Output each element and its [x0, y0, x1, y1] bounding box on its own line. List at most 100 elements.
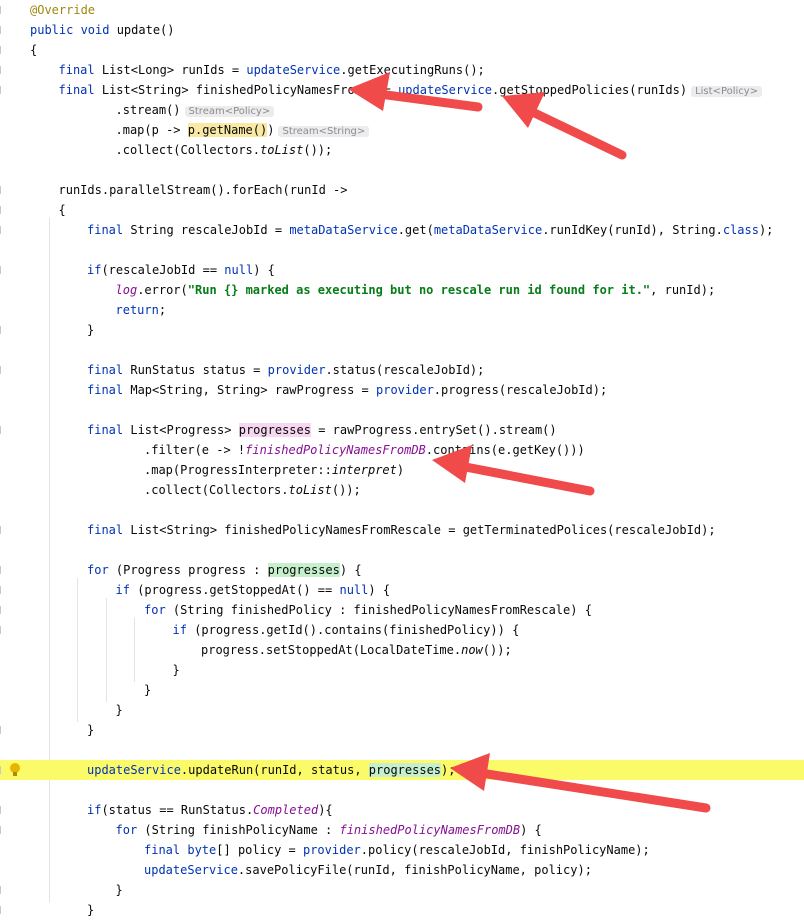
code-token: progresses [368, 763, 442, 777]
code-line[interactable]: { [0, 40, 804, 60]
code-token: (Progress progress : [115, 563, 268, 577]
code-line[interactable]: final List<Progress> progresses = rawPro… [0, 420, 804, 440]
code-line[interactable]: } [0, 700, 804, 720]
code-line[interactable]: } [0, 900, 804, 920]
code-line[interactable]: if (progress.getId().contains(finishedPo… [0, 620, 804, 640]
code-line[interactable]: } [0, 720, 804, 740]
gutter-marker [0, 906, 1, 914]
code-token: .updateRun(runId, status, [180, 763, 369, 777]
code-token: updateService [87, 763, 181, 777]
code-line[interactable]: final Map<String, String> rawProgress = … [0, 380, 804, 400]
code-line[interactable]: .collect(Collectors.toList()); [0, 480, 804, 500]
code-token: .error( [137, 283, 188, 297]
code-line[interactable]: if(rescaleJobId == null) { [0, 260, 804, 280]
code-token: List<String> finishedPolicyNamesFromResc… [130, 523, 716, 537]
code-line[interactable]: updateService.savePolicyFile(runId, fini… [0, 860, 804, 880]
code-line[interactable] [0, 400, 804, 420]
code-token: toList [260, 143, 304, 157]
code-token: } [87, 903, 95, 917]
code-text: progress.setStoppedAt(LocalDateTime.now(… [201, 640, 512, 660]
code-line[interactable]: final byte[] policy = provider.policy(re… [0, 840, 804, 860]
code-token: .savePolicyFile(runId, finishPolicyName,… [237, 863, 592, 877]
code-token: .collect(Collectors. [115, 143, 261, 157]
code-token: ) [267, 123, 275, 137]
code-line[interactable]: } [0, 880, 804, 900]
code-line[interactable]: } [0, 680, 804, 700]
code-line[interactable]: for (Progress progress : progresses) { [0, 560, 804, 580]
code-text: .collect(Collectors.toList()); [144, 480, 361, 500]
code-line[interactable] [0, 500, 804, 520]
code-line[interactable] [0, 780, 804, 800]
code-text: updateService.savePolicyFile(runId, fini… [144, 860, 592, 880]
code-token: log [115, 283, 138, 297]
code-line[interactable] [0, 540, 804, 560]
code-text: for (Progress progress : progresses) { [87, 560, 362, 580]
code-line[interactable]: } [0, 660, 804, 680]
code-token: final [87, 363, 131, 377]
code-token: } [172, 663, 180, 677]
code-line[interactable]: { [0, 200, 804, 220]
intention-bulb-icon[interactable] [9, 762, 21, 778]
code-line[interactable]: final List<String> finishedPolicyNamesFr… [0, 80, 804, 100]
gutter-marker [0, 26, 1, 34]
code-line[interactable]: if(status == RunStatus.Completed){ [0, 800, 804, 820]
code-line[interactable]: return; [0, 300, 804, 320]
code-token: .collect(Collectors. [144, 483, 289, 497]
gutter-marker [0, 226, 1, 234]
code-line[interactable]: log.error("Run {} marked as executing bu… [0, 280, 804, 300]
gutter-marker [0, 806, 1, 814]
code-line[interactable]: .stream() Stream<Policy> [0, 100, 804, 120]
code-line[interactable] [0, 740, 804, 760]
code-text: } [87, 720, 94, 740]
code-line[interactable] [0, 160, 804, 180]
code-line[interactable]: if (progress.getStoppedAt() == null) { [0, 580, 804, 600]
gutter-marker [0, 566, 1, 574]
code-token: , runId); [650, 283, 716, 297]
code-token: } [115, 703, 123, 717]
code-token: @Override [30, 3, 96, 17]
code-token: final [87, 383, 131, 397]
code-token: for [115, 823, 145, 837]
code-token: List<String> finishedPolicyNamesFromDB = [101, 83, 399, 97]
code-text: .map(p -> p.getName()) Stream<String> [116, 120, 370, 142]
code-token: ) { [253, 263, 275, 277]
code-line[interactable]: final RunStatus status = provider.status… [0, 360, 804, 380]
code-line[interactable]: for (String finishedPolicy : finishedPol… [0, 600, 804, 620]
code-line[interactable]: .filter(e -> !finishedPolicyNamesFromDB.… [0, 440, 804, 460]
code-text: final List<String> finishedPolicyNamesFr… [59, 80, 763, 102]
gutter-marker [0, 886, 1, 894]
code-line[interactable]: updateService.updateRun(runId, status, p… [0, 760, 804, 780]
code-line[interactable]: final List<Long> runIds = updateService.… [0, 60, 804, 80]
code-token: ) { [339, 563, 362, 577]
code-line[interactable]: .map(ProgressInterpreter::interpret) [0, 460, 804, 480]
code-token: null [339, 583, 369, 597]
code-line[interactable]: runIds.parallelStream().forEach(runId -> [0, 180, 804, 200]
code-line[interactable]: .collect(Collectors.toList()); [0, 140, 804, 160]
code-token: ; [158, 303, 167, 317]
code-token: progresses [238, 423, 311, 437]
code-token: (progress.getStoppedAt() == [137, 583, 340, 597]
code-editor[interactable]: @Override public void update() {final List… [0, 0, 804, 920]
code-line[interactable]: } [0, 320, 804, 340]
code-token: [] policy = [216, 843, 303, 857]
code-token: ()); [303, 143, 333, 157]
code-token: (progress.getId().contains(finishedPolic… [194, 623, 520, 637]
code-line[interactable]: for (String finishPolicyName : finishedP… [0, 820, 804, 840]
code-token: runIds.parallelStream().forEach(runId -> [58, 183, 348, 197]
code-text: final List<Progress> progresses = rawPro… [87, 420, 557, 440]
code-line[interactable]: public void update() [0, 20, 804, 40]
code-token: updateService [398, 83, 492, 97]
code-token: .runIdKey(runId), String. [542, 223, 723, 237]
code-line[interactable]: final String rescaleJobId = metaDataServ… [0, 220, 804, 240]
code-line[interactable] [0, 240, 804, 260]
code-token: String rescaleJobId = [130, 223, 290, 237]
code-token: RunStatus status = [130, 363, 268, 377]
code-line[interactable]: final List<String> finishedPolicyNamesFr… [0, 520, 804, 540]
code-line[interactable]: progress.setStoppedAt(LocalDateTime.now(… [0, 640, 804, 660]
code-token: updateService [144, 863, 238, 877]
code-line[interactable] [0, 340, 804, 360]
code-token: now [461, 643, 483, 657]
code-line[interactable]: @Override [0, 0, 804, 20]
code-line[interactable]: .map(p -> p.getName()) Stream<String> [0, 120, 804, 140]
code-token: final [87, 523, 131, 537]
